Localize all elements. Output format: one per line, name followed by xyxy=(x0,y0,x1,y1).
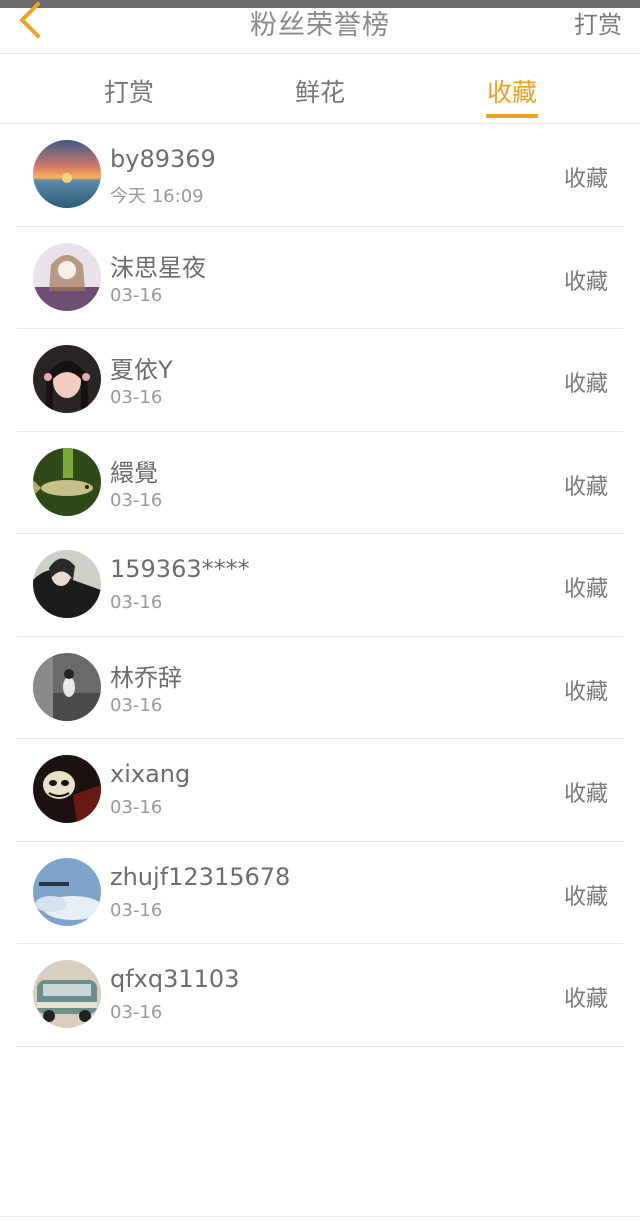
avatar-image xyxy=(33,550,101,618)
fan-time: 03-16 xyxy=(110,1002,163,1023)
fan-list: by89369 今天 16:09 收藏 沫思星夜 03-16 收藏 夏依Y 03… xyxy=(0,124,640,1047)
reward-button[interactable]: 打赏 xyxy=(574,5,622,40)
avatar-image xyxy=(33,345,101,413)
fan-name: 沫思星夜 xyxy=(110,253,206,282)
avatar-image xyxy=(33,755,101,823)
fan-time: 03-16 xyxy=(110,284,163,306)
avatar-image xyxy=(33,447,101,516)
avatar[interactable] xyxy=(33,345,101,413)
avatar[interactable] xyxy=(33,652,101,721)
fan-time: 03-16 xyxy=(110,899,163,921)
list-item[interactable]: zhujf12315678 03-16 收藏 xyxy=(17,842,623,944)
tab-favorites[interactable]: 收藏 xyxy=(467,73,557,109)
fan-action: 收藏 xyxy=(563,782,608,807)
avatar-image xyxy=(33,652,101,721)
avatar-image xyxy=(33,140,101,208)
tab-bar: 打赏 鲜花 收藏 xyxy=(0,55,640,124)
fan-time: 03-16 xyxy=(110,797,163,818)
fan-name: 夏依Y xyxy=(110,356,173,384)
nav-bar: 粉丝荣誉榜 打赏 xyxy=(0,0,640,54)
tab-reward[interactable]: 打赏 xyxy=(84,73,174,109)
fan-name: 林乔辞 xyxy=(110,663,182,692)
avatar-image xyxy=(33,960,101,1028)
list-item[interactable]: 夏依Y 03-16 收藏 xyxy=(17,329,623,432)
fan-time: 03-16 xyxy=(110,694,163,716)
fan-action: 收藏 xyxy=(563,474,608,500)
fan-name: by89369 xyxy=(110,145,216,173)
avatar-image xyxy=(33,857,101,926)
fan-time: 03-16 xyxy=(110,489,163,511)
avatar[interactable] xyxy=(33,140,101,208)
fan-name: xixang xyxy=(110,760,191,788)
list-item[interactable]: xixang 03-16 收藏 xyxy=(17,739,623,842)
fan-time: 今天 16:09 xyxy=(110,186,204,207)
divider xyxy=(0,1216,640,1217)
fan-action: 收藏 xyxy=(563,987,608,1012)
fan-action: 收藏 xyxy=(563,577,608,602)
avatar-image xyxy=(33,242,101,311)
avatar[interactable] xyxy=(33,755,101,823)
fan-name: 159363**** xyxy=(110,555,250,583)
fan-action: 收藏 xyxy=(563,884,608,910)
list-item[interactable]: 159363**** 03-16 收藏 xyxy=(17,534,623,637)
tab-flowers[interactable]: 鲜花 xyxy=(275,73,365,109)
avatar[interactable] xyxy=(33,857,101,926)
avatar[interactable] xyxy=(33,242,101,311)
avatar[interactable] xyxy=(33,550,101,618)
list-item[interactable]: qfxq31103 03-16 收藏 xyxy=(17,944,623,1047)
list-item[interactable]: 林乔辞 03-16 收藏 xyxy=(17,637,623,739)
list-item[interactable]: 沫思星夜 03-16 收藏 xyxy=(17,227,623,329)
fan-name: zhujf12315678 xyxy=(110,862,291,891)
fan-time: 03-16 xyxy=(110,387,163,408)
fan-name: qfxq31103 xyxy=(110,965,240,993)
avatar[interactable] xyxy=(33,960,101,1028)
fan-action: 收藏 xyxy=(563,269,608,295)
list-item[interactable]: by89369 今天 16:09 收藏 xyxy=(17,124,623,227)
avatar[interactable] xyxy=(33,447,101,516)
fan-time: 03-16 xyxy=(110,592,163,613)
fan-action: 收藏 xyxy=(563,679,608,705)
fan-name: 繯覺 xyxy=(110,458,158,487)
fan-action: 收藏 xyxy=(563,372,608,397)
list-item[interactable]: 繯覺 03-16 收藏 xyxy=(17,432,623,534)
page-title: 粉丝荣誉榜 xyxy=(250,10,390,41)
fan-action: 收藏 xyxy=(563,167,608,192)
active-tab-indicator xyxy=(486,114,538,118)
